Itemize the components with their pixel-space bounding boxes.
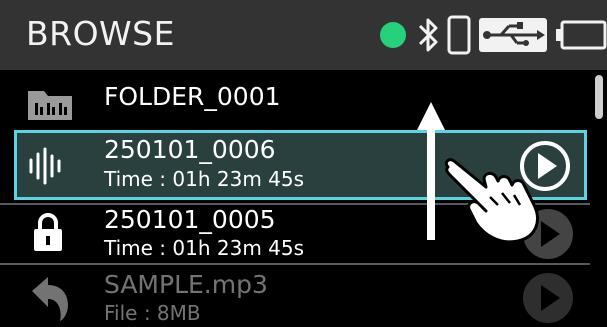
phone-icon — [447, 15, 471, 55]
folder-icon — [28, 91, 72, 120]
page-title: BROWSE — [26, 14, 175, 53]
header-bar: BROWSE — [0, 0, 607, 70]
waveform-icon — [29, 147, 61, 185]
browse-screen: BROWSE FOLDER_0001 250101_0006 Time: 01… — [0, 0, 607, 327]
item-title: 250101_0005 — [104, 205, 276, 234]
hand-pointer-icon — [444, 158, 539, 244]
list-item[interactable]: SAMPLE.mp3 File : 8MB — [0, 265, 590, 327]
bluetooth-icon — [418, 18, 438, 52]
list-item[interactable]: FOLDER_0001 — [0, 70, 590, 130]
battery-icon — [556, 20, 607, 50]
item-subtitle: Time : 01h 23m 45s — [104, 167, 305, 191]
undo-arrow-icon — [32, 277, 68, 321]
play-button-icon[interactable] — [520, 270, 576, 326]
usb-icon — [479, 18, 547, 52]
status-dot-icon — [380, 22, 406, 48]
item-title: FOLDER_0001 — [104, 82, 281, 111]
item-title: SAMPLE.mp3 — [104, 270, 268, 299]
item-subtitle: File : 8MB — [104, 301, 201, 325]
item-title: 250101_0006 — [104, 135, 276, 164]
lock-icon — [34, 213, 62, 251]
item-subtitle: Time : 01h 23m 45s — [104, 236, 305, 260]
scrollbar[interactable] — [595, 75, 603, 119]
